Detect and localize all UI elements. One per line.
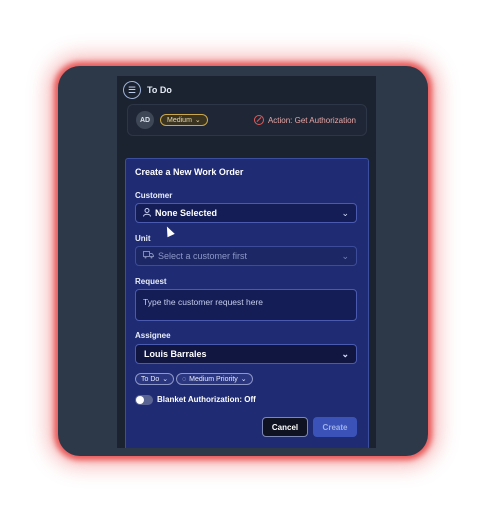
status-chip-label: To Do bbox=[141, 375, 160, 383]
chevron-down-icon: ⌄ bbox=[341, 250, 349, 261]
priority-badge-label: Medium bbox=[167, 116, 192, 124]
cancel-button[interactable]: Cancel bbox=[262, 417, 308, 437]
chevron-down-icon: ⌄ bbox=[240, 376, 247, 383]
assignee-label: Assignee bbox=[135, 331, 171, 340]
customer-select[interactable]: None Selected ⌄ bbox=[135, 203, 357, 223]
request-input[interactable]: Type the customer request here bbox=[135, 289, 357, 321]
priority-chip[interactable]: ◌ Medium Priority ⌄ bbox=[176, 373, 253, 385]
toggle-label-text: Blanket Authorization: bbox=[157, 395, 243, 404]
request-label: Request bbox=[135, 277, 167, 286]
column-header: ☰ To Do bbox=[117, 76, 376, 104]
priority-badge[interactable]: Medium ⌄ bbox=[160, 114, 208, 126]
unit-placeholder: Select a customer first bbox=[158, 251, 248, 261]
status-chip[interactable]: To Do ⌄ bbox=[135, 373, 175, 385]
person-icon bbox=[143, 207, 151, 219]
unit-select[interactable]: Select a customer first ⌄ bbox=[135, 246, 357, 266]
column-title: To Do bbox=[147, 85, 172, 95]
chevron-down-icon: ⌄ bbox=[194, 117, 201, 124]
form-title: Create a New Work Order bbox=[135, 167, 244, 177]
chevron-down-icon: ⌄ bbox=[341, 207, 349, 218]
action-text: Action: Get Authorization bbox=[267, 115, 356, 125]
chevron-down-icon: ⌄ bbox=[162, 376, 169, 383]
customer-label: Customer bbox=[135, 191, 173, 200]
clock-icon: ◌ bbox=[182, 375, 187, 383]
blocked-icon bbox=[253, 115, 264, 125]
action-status: Action: Get Authorization bbox=[253, 115, 356, 125]
toggle-state: Off bbox=[244, 395, 256, 404]
toggle-knob bbox=[136, 396, 144, 404]
truck-icon bbox=[143, 251, 154, 261]
chevron-down-icon: ⌄ bbox=[341, 348, 349, 359]
priority-chip-label: Medium Priority bbox=[189, 375, 238, 383]
task-card[interactable]: AD Medium ⌄ Action: Get Authorization bbox=[127, 104, 367, 136]
list-icon[interactable]: ☰ bbox=[123, 81, 141, 99]
blanket-authorization-toggle[interactable] bbox=[135, 395, 153, 405]
assignee-value: Louis Barrales bbox=[144, 349, 207, 359]
work-order-form: Create a New Work Order Customer None Se… bbox=[125, 158, 369, 448]
assignee-select[interactable]: Louis Barrales ⌄ bbox=[135, 344, 357, 364]
blanket-authorization-label: Blanket Authorization: Off bbox=[157, 395, 256, 404]
unit-label: Unit bbox=[135, 234, 151, 243]
customer-value: None Selected bbox=[155, 208, 218, 218]
request-placeholder: Type the customer request here bbox=[143, 297, 264, 307]
create-button[interactable]: Create bbox=[313, 417, 357, 437]
app-panel: ☰ To Do AD Medium ⌄ Action: Get Authoriz… bbox=[117, 76, 376, 448]
avatar: AD bbox=[136, 111, 154, 129]
